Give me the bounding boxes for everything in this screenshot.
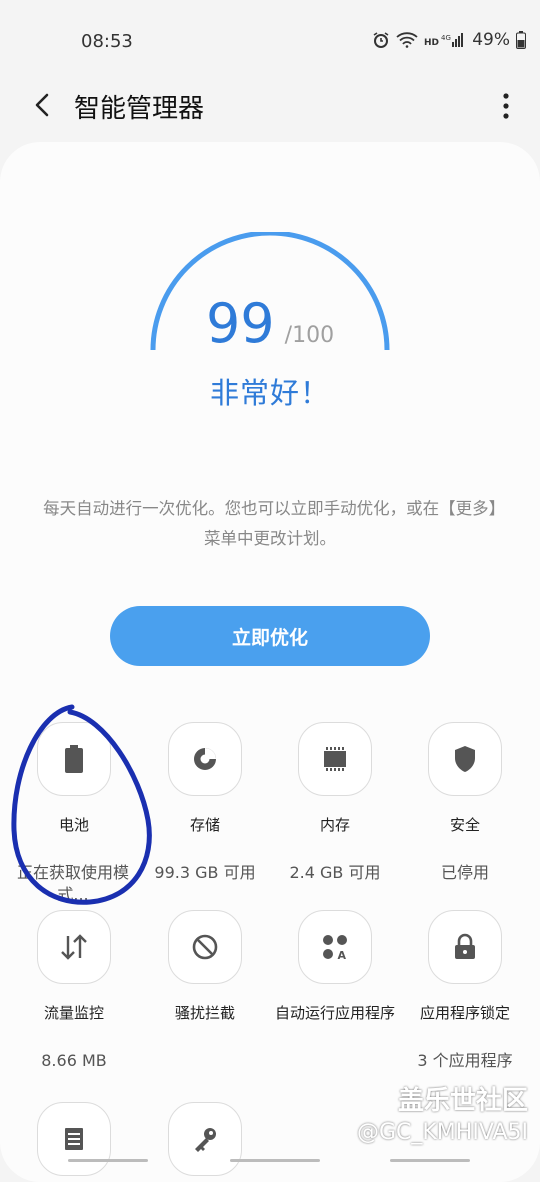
wifi-icon bbox=[396, 32, 418, 48]
tile-app-lock[interactable]: 应用程序锁定 3 个应用程序 bbox=[399, 910, 531, 1072]
nav-hint-right bbox=[390, 1159, 470, 1162]
app-bar: 智能管理器 bbox=[0, 80, 540, 132]
tile-label: 电池 bbox=[58, 816, 89, 834]
battery-percentage: 49% bbox=[472, 30, 510, 50]
tile-icon-frame bbox=[168, 722, 242, 796]
alarm-icon bbox=[373, 32, 389, 48]
tile-label: 内存 bbox=[319, 816, 350, 834]
key-icon bbox=[195, 1128, 216, 1152]
tile-label: 自动运行应用程序 bbox=[274, 1004, 395, 1022]
tile-label: 流量监控 bbox=[43, 1004, 104, 1022]
signal-icon: HD 4G bbox=[424, 33, 464, 48]
status-bar: 08:53 HD 4G 49% bbox=[0, 0, 540, 80]
watermark-text: 盖乐世社区 bbox=[397, 1086, 528, 1116]
block-icon bbox=[192, 934, 218, 960]
main-card: 99/100 非常好！ 每天自动进行一次优化。您也可以立即手动优化，或在【更多】… bbox=[0, 142, 540, 1182]
tile-memory[interactable]: 内存 2.4 GB 可用 bbox=[269, 722, 401, 884]
tile-value: 已停用 bbox=[440, 863, 489, 882]
tile-label: 骚扰拦截 bbox=[174, 1004, 235, 1022]
battery-status-icon bbox=[516, 31, 526, 49]
storage-pie-icon bbox=[194, 748, 216, 770]
tile-more-1[interactable] bbox=[8, 1102, 140, 1176]
tile-value: 正在获取使用模式... bbox=[16, 863, 129, 904]
back-icon[interactable] bbox=[28, 90, 58, 120]
tile-value: 2.4 GB 可用 bbox=[289, 863, 381, 882]
tile-icon-frame bbox=[428, 722, 502, 796]
page-title: 智能管理器 bbox=[74, 94, 205, 124]
apps-icon: A bbox=[323, 935, 347, 961]
description-text: 每天自动进行一次优化。您也可以立即手动优化，或在【更多】菜单中更改计划。 bbox=[43, 499, 497, 548]
tile-value: 3 个应用程序 bbox=[417, 1051, 513, 1070]
battery-icon bbox=[65, 745, 83, 773]
tile-auto-run-apps[interactable]: A 自动运行应用程序 bbox=[269, 910, 401, 1050]
document-icon bbox=[65, 1128, 83, 1150]
svg-text:A: A bbox=[338, 949, 347, 961]
tile-security[interactable]: 安全 已停用 bbox=[399, 722, 531, 884]
tile-label: 应用程序锁定 bbox=[419, 1004, 510, 1022]
svg-text:4G: 4G bbox=[441, 34, 451, 42]
shield-icon bbox=[455, 746, 475, 772]
tile-data-monitor[interactable]: 流量监控 8.66 MB bbox=[8, 910, 140, 1072]
score-max: /100 bbox=[284, 323, 335, 348]
tile-block-calls[interactable]: 骚扰拦截 bbox=[139, 910, 271, 1050]
tile-icon-frame bbox=[37, 722, 111, 796]
tile-icon-frame bbox=[428, 910, 502, 984]
tile-icon-frame bbox=[37, 1102, 111, 1176]
tile-icon-frame: A bbox=[298, 910, 372, 984]
tile-storage[interactable]: 存储 99.3 GB 可用 bbox=[139, 722, 271, 884]
tile-icon-frame bbox=[168, 910, 242, 984]
more-options-icon[interactable] bbox=[502, 92, 510, 120]
tile-icon-frame bbox=[168, 1102, 242, 1176]
score-display: 99/100 bbox=[0, 292, 540, 355]
status-icons: HD 4G 49% bbox=[372, 30, 526, 50]
nav-hint-center bbox=[230, 1159, 320, 1162]
nav-hint-left bbox=[68, 1159, 148, 1162]
tile-value: 8.66 MB bbox=[41, 1051, 107, 1070]
watermark-id: @GC_KMHIVA5I bbox=[356, 1120, 528, 1145]
tile-icon-frame bbox=[298, 722, 372, 796]
lock-icon bbox=[455, 933, 475, 959]
tile-icon-frame bbox=[37, 910, 111, 984]
score-value: 99 bbox=[205, 292, 275, 355]
clock: 08:53 bbox=[81, 31, 133, 52]
tile-more-2[interactable] bbox=[139, 1102, 271, 1176]
tile-label: 存储 bbox=[189, 816, 220, 834]
data-transfer-icon bbox=[61, 934, 87, 960]
score-status: 非常好！ bbox=[209, 376, 330, 410]
tile-value: 99.3 GB 可用 bbox=[154, 863, 256, 882]
svg-text:HD: HD bbox=[424, 38, 439, 48]
optimize-now-button[interactable]: 立即优化 bbox=[110, 606, 430, 666]
memory-chip-icon bbox=[324, 747, 346, 771]
tile-label: 安全 bbox=[449, 816, 480, 834]
tile-battery[interactable]: 电池 正在获取使用模式... bbox=[8, 722, 140, 906]
